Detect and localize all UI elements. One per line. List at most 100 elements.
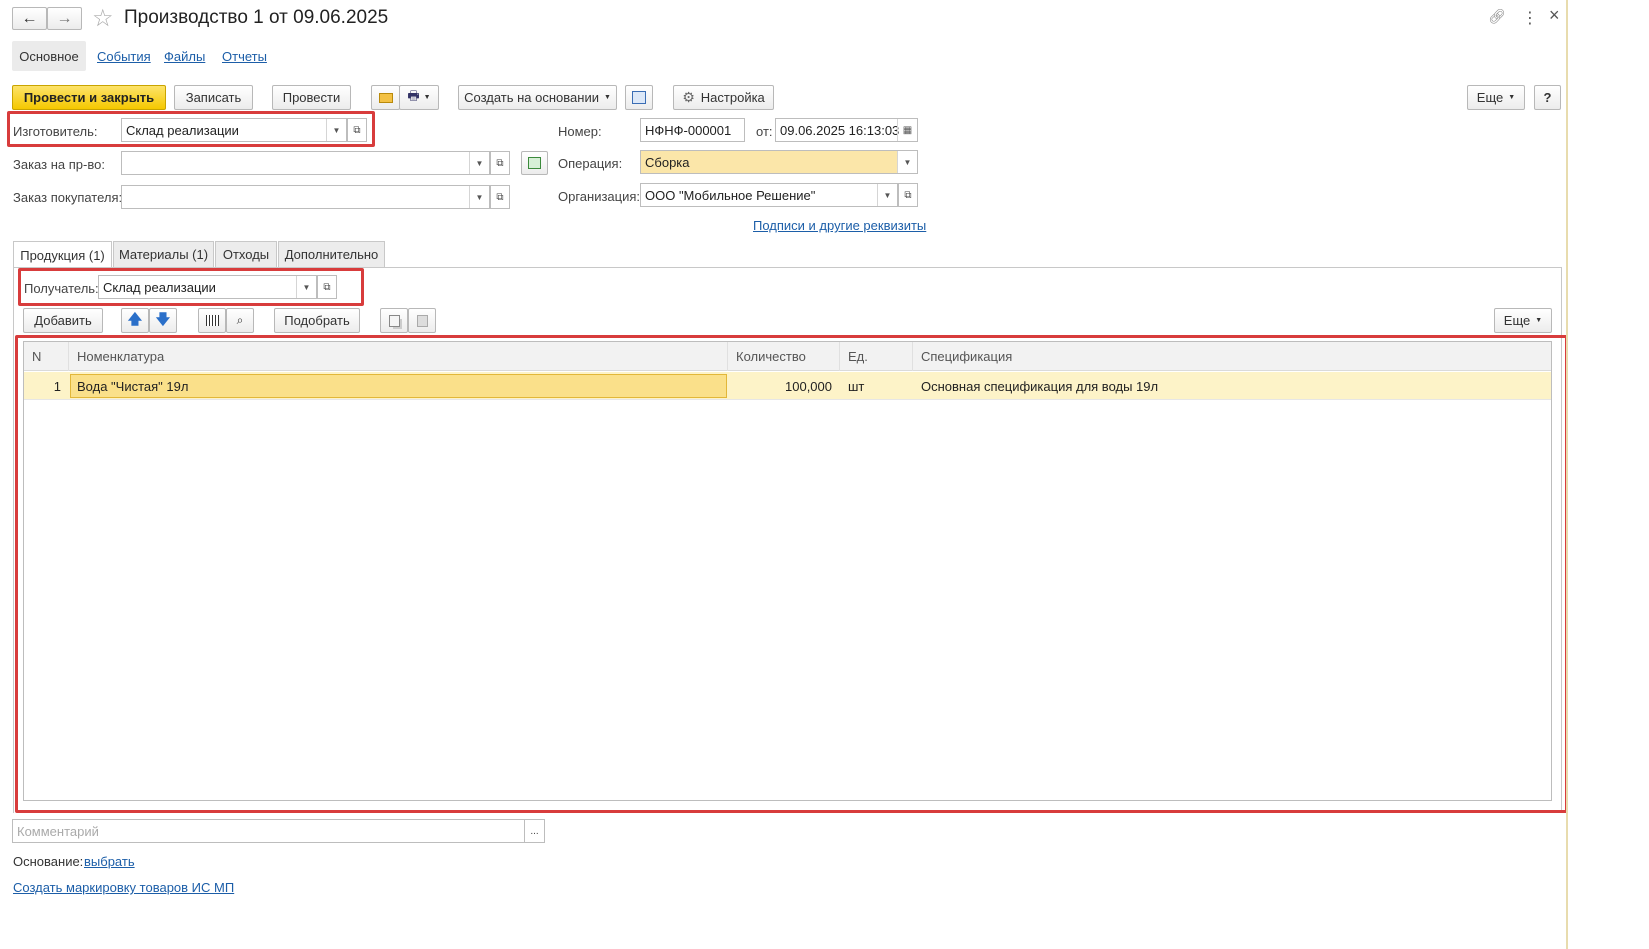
cell-item[interactable]: Вода "Чистая" 19л bbox=[70, 374, 727, 398]
col-qty[interactable]: Количество bbox=[728, 342, 840, 371]
operation-label: Операция: bbox=[558, 156, 623, 171]
chevron-down-icon[interactable]: ▼ bbox=[469, 152, 489, 174]
col-n[interactable]: N bbox=[24, 342, 69, 371]
customer-order-label: Заказ покупателя: bbox=[13, 190, 123, 205]
table-more-button[interactable]: Еще ▼ bbox=[1494, 308, 1552, 333]
chevron-down-icon: ▼ bbox=[1508, 94, 1516, 101]
cell-unit[interactable]: шт bbox=[840, 372, 913, 400]
open-icon[interactable]: ⧉ bbox=[347, 118, 367, 142]
signatures-link[interactable]: Подписи и другие реквизиты bbox=[753, 218, 926, 233]
organization-value: ООО "Мобильное Решение" bbox=[645, 187, 816, 203]
link-icon[interactable]: 🔗︎ bbox=[1488, 8, 1506, 25]
settings-button[interactable]: ⚙ Настройка bbox=[673, 85, 774, 110]
tab-reports[interactable]: Отчеты bbox=[222, 49, 267, 64]
chevron-down-icon[interactable]: ▼ bbox=[897, 151, 917, 173]
arrow-down-icon: 🡇 bbox=[155, 310, 171, 327]
chevron-down-icon[interactable]: ▼ bbox=[469, 186, 489, 208]
tab-files[interactable]: Файлы bbox=[164, 49, 205, 64]
barcode-icon bbox=[205, 315, 219, 326]
col-item[interactable]: Номенклатура bbox=[69, 342, 728, 371]
chevron-down-icon: ▼ bbox=[603, 94, 611, 101]
operation-field[interactable]: Сборка ▼ bbox=[640, 150, 918, 174]
chevron-down-icon[interactable]: ▼ bbox=[326, 119, 346, 141]
tab-waste-label: Отходы bbox=[222, 247, 270, 262]
comment-expand-button[interactable]: ... bbox=[524, 819, 545, 843]
manufacturer-field[interactable]: Склад реализации ▼ bbox=[121, 118, 347, 142]
envelope-icon bbox=[378, 92, 393, 103]
tab-main[interactable]: Основное bbox=[12, 41, 86, 71]
email-button[interactable] bbox=[371, 85, 400, 110]
col-spec[interactable]: Спецификация bbox=[913, 342, 1551, 371]
tab-events[interactable]: События bbox=[97, 49, 151, 64]
barcode-button[interactable] bbox=[198, 308, 226, 333]
more-label: Еще bbox=[1476, 90, 1504, 105]
customer-order-field[interactable]: ▼ bbox=[121, 185, 490, 209]
calendar-icon[interactable]: ▦ bbox=[897, 119, 917, 141]
manufacturer-value: Склад реализации bbox=[126, 122, 239, 138]
table-header: N Номенклатура Количество Ед. Спецификац… bbox=[24, 342, 1551, 371]
arrow-left-icon: ← bbox=[21, 9, 38, 27]
hierarchy-icon bbox=[632, 91, 646, 104]
open-icon[interactable]: ⧉ bbox=[898, 183, 918, 207]
prod-order-field[interactable]: ▼ bbox=[121, 151, 490, 175]
products-table: N Номенклатура Количество Ед. Спецификац… bbox=[23, 341, 1552, 801]
add-row-button[interactable]: Добавить bbox=[23, 308, 103, 333]
open-icon[interactable]: ⧉ bbox=[490, 185, 510, 209]
save-button[interactable]: Записать bbox=[174, 85, 253, 110]
open-icon[interactable]: ⧉ bbox=[490, 151, 510, 175]
comment-field[interactable]: Комментарий bbox=[12, 819, 525, 843]
create-based-label: Создать на основании bbox=[464, 90, 599, 105]
create-marking-link[interactable]: Создать маркировку товаров ИС МП bbox=[13, 880, 234, 895]
help-button[interactable]: ? bbox=[1534, 85, 1561, 110]
open-icon[interactable]: ⧉ bbox=[317, 275, 337, 299]
comment-placeholder: Комментарий bbox=[17, 823, 99, 839]
close-icon[interactable]: × bbox=[1549, 5, 1560, 26]
page-title: Производство 1 от 09.06.2025 bbox=[124, 7, 389, 28]
back-button[interactable]: ← bbox=[12, 7, 47, 30]
move-up-button[interactable]: 🡅 bbox=[121, 308, 149, 333]
arrow-up-icon: 🡅 bbox=[127, 310, 143, 327]
post-button[interactable]: Провести bbox=[272, 85, 351, 110]
chevron-down-icon: ▼ bbox=[1535, 317, 1543, 324]
fill-from-order-button[interactable] bbox=[521, 151, 548, 175]
chevron-down-icon[interactable]: ▼ bbox=[877, 184, 897, 206]
fill-icon bbox=[528, 157, 541, 169]
organization-field[interactable]: ООО "Мобильное Решение" ▼ bbox=[640, 183, 898, 207]
pick-button[interactable]: Подобрать bbox=[274, 308, 360, 333]
tab-additional[interactable]: Дополнительно bbox=[278, 241, 385, 267]
number-field[interactable]: НФНФ-000001 bbox=[640, 118, 745, 142]
tab-main-label: Основное bbox=[19, 48, 79, 64]
recipient-field[interactable]: Склад реализации ▼ bbox=[98, 275, 317, 299]
right-border bbox=[1566, 0, 1568, 949]
tab-materials-label: Материалы (1) bbox=[118, 247, 209, 262]
post-and-close-button[interactable]: Провести и закрыть bbox=[12, 85, 166, 110]
print-button[interactable]: 🖶 ▼ bbox=[399, 85, 439, 110]
favorite-star-icon[interactable]: ☆ bbox=[92, 4, 114, 33]
cell-qty[interactable]: 100,000 bbox=[728, 372, 840, 400]
move-down-button[interactable]: 🡇 bbox=[149, 308, 177, 333]
paste-button[interactable] bbox=[408, 308, 436, 333]
create-based-on-button[interactable]: Создать на основании ▼ bbox=[458, 85, 617, 110]
more-button[interactable]: Еще ▼ bbox=[1467, 85, 1525, 110]
col-unit[interactable]: Ед. bbox=[840, 342, 913, 371]
table-row[interactable]: 1 Вода "Чистая" 19л 100,000 шт Основная … bbox=[24, 372, 1551, 400]
tab-waste[interactable]: Отходы bbox=[215, 241, 277, 267]
chevron-down-icon: ▼ bbox=[423, 94, 431, 101]
table-more-label: Еще bbox=[1503, 313, 1531, 328]
date-field[interactable]: 09.06.2025 16:13:03 ▦ bbox=[775, 118, 918, 142]
structure-button[interactable] bbox=[625, 85, 653, 110]
manufacturer-label: Изготовитель: bbox=[13, 124, 98, 139]
basis-select-link[interactable]: выбрать bbox=[84, 854, 135, 869]
tab-products[interactable]: Продукция (1) bbox=[13, 241, 112, 268]
more-menu-icon[interactable]: ⋮ bbox=[1522, 8, 1538, 28]
cell-n: 1 bbox=[53, 378, 61, 394]
search-barcode-button[interactable]: ⌕ bbox=[226, 308, 254, 333]
printer-icon: 🖶 bbox=[407, 87, 420, 103]
settings-label: Настройка bbox=[700, 90, 765, 105]
cell-spec[interactable]: Основная спецификация для воды 19л bbox=[913, 372, 1551, 400]
tab-materials[interactable]: Материалы (1) bbox=[113, 241, 214, 267]
chevron-down-icon[interactable]: ▼ bbox=[296, 276, 316, 298]
date-label: от: bbox=[756, 124, 773, 139]
copy-button[interactable] bbox=[380, 308, 408, 333]
forward-button[interactable]: → bbox=[47, 7, 82, 30]
